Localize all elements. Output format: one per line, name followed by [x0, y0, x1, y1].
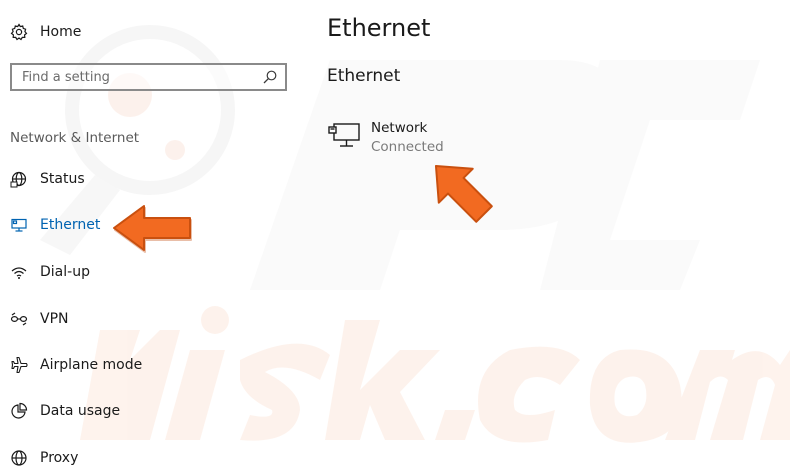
network-name: Network — [371, 120, 428, 136]
dialup-signal-icon — [10, 263, 28, 281]
home-nav-item[interactable]: Home — [10, 20, 81, 44]
vpn-chain-icon — [10, 310, 28, 328]
search-input[interactable] — [12, 68, 259, 86]
search-icon[interactable] — [259, 66, 281, 88]
pie-chart-icon — [10, 402, 28, 420]
sidebar-item-ethernet[interactable]: Ethernet — [10, 214, 100, 236]
home-label: Home — [40, 24, 82, 40]
section-title: Network & Internet — [10, 130, 140, 146]
globe-icon — [10, 449, 28, 467]
sidebar-item-vpn[interactable]: VPN — [10, 308, 69, 330]
sidebar-item-status[interactable]: Status — [10, 168, 85, 190]
sidebar-item-label: Proxy — [40, 450, 79, 466]
ethernet-monitor-icon — [10, 216, 28, 234]
sidebar-item-proxy[interactable]: Proxy — [10, 447, 78, 469]
sidebar-item-label: Airplane mode — [40, 357, 143, 373]
globe-status-icon — [10, 170, 28, 188]
sidebar-item-dialup[interactable]: Dial-up — [10, 261, 90, 283]
sidebar-item-label: VPN — [40, 311, 69, 327]
find-setting-search[interactable] — [10, 63, 287, 91]
network-status: Connected — [371, 139, 444, 155]
sidebar-item-airplane-mode[interactable]: Airplane mode — [10, 354, 142, 376]
annotation-arrow-network — [434, 164, 493, 223]
sidebar-item-label: Ethernet — [40, 217, 101, 233]
section-heading: Ethernet — [327, 66, 401, 86]
wired-network-icon — [327, 122, 361, 150]
gear-icon — [10, 23, 28, 41]
page-title: Ethernet — [327, 14, 431, 42]
sidebar-item-label: Status — [40, 171, 85, 187]
airplane-icon — [10, 356, 28, 374]
settings-sidebar: Home Network & Internet Status — [0, 0, 300, 476]
network-connection-item[interactable]: Network Connected — [327, 118, 497, 162]
sidebar-item-data-usage[interactable]: Data usage — [10, 400, 120, 422]
sidebar-item-label: Dial-up — [40, 264, 90, 280]
sidebar-item-label: Data usage — [40, 403, 121, 419]
